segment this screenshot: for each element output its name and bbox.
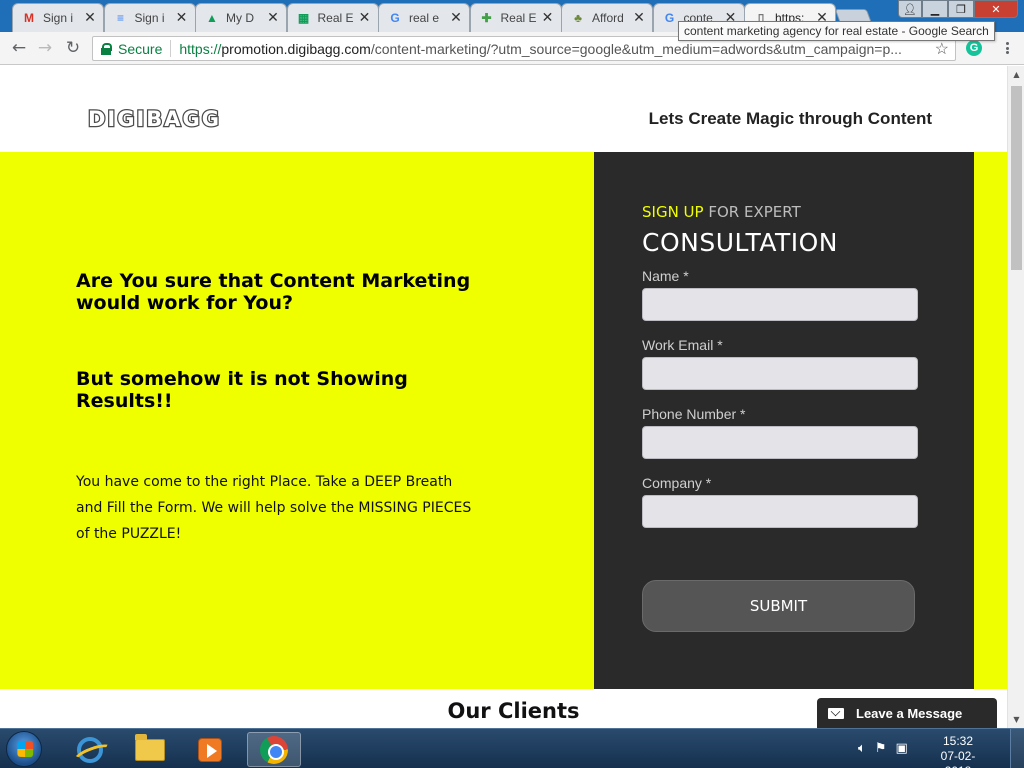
back-button[interactable]: ←	[8, 37, 30, 59]
phone-number-input[interactable]	[642, 426, 918, 459]
chrome-menu-icon[interactable]	[1000, 40, 1014, 56]
signup-form-panel: SIGN UP FOR EXPERT CONSULTATION Name * W…	[594, 152, 974, 689]
form-eyebrow-highlight: SIGN UP	[642, 203, 704, 221]
windows-taskbar: 🔈︎ ⚑ ▣ 15:32 07-02-2018	[0, 728, 1024, 768]
form-title: CONSULTATION	[642, 228, 839, 257]
reload-button[interactable]: ↻	[62, 37, 84, 59]
chrome-icon	[260, 735, 288, 764]
submit-button[interactable]: SUBMIT	[642, 580, 915, 632]
taskbar-chrome[interactable]	[247, 732, 301, 767]
google-icon: G	[664, 11, 675, 25]
browser-tab-title: Sign i	[43, 11, 74, 25]
browser-tab[interactable]: Greal e ✕	[378, 3, 470, 32]
reload-icon: ↻	[65, 38, 81, 58]
browser-tab[interactable]: ♣ Afford ✕	[561, 3, 653, 32]
header-tagline: Lets Create Magic through Content	[648, 109, 932, 128]
tab-tooltip: content marketing agency for real estate…	[678, 21, 995, 41]
clock-time: 15:32	[942, 734, 974, 748]
name-input[interactable]	[642, 288, 918, 321]
browser-tab-title: My D	[226, 11, 254, 25]
browser-tab[interactable]: ▲ My D ✕	[195, 3, 287, 32]
volume-icon[interactable]: 🔈︎	[858, 741, 866, 756]
forward-arrow-icon: →	[37, 38, 53, 58]
browser-tab[interactable]: M Sign i ✕	[12, 3, 104, 32]
puzzle-icon: ✚	[481, 11, 492, 25]
tab-close-icon[interactable]: ✕	[266, 10, 280, 26]
restore-button[interactable]: ❐	[948, 0, 974, 18]
hero-section: Are You sure that Content Marketing woul…	[0, 152, 1007, 689]
browser-tab-title: real e	[409, 11, 440, 25]
leave-message-label: Leave a Message	[856, 705, 963, 721]
company-label: Company *	[642, 475, 712, 491]
show-desktop-button[interactable]	[1010, 729, 1024, 768]
tab-close-icon[interactable]: ✕	[358, 10, 372, 26]
back-arrow-icon: ←	[11, 38, 27, 58]
grammarly-extension-icon[interactable]: G	[966, 40, 982, 56]
site-header: DIGIBAGG Lets Create Magic through Conte…	[0, 66, 1007, 152]
digibagg-logo[interactable]: DIGIBAGG	[87, 106, 221, 133]
address-separator	[170, 40, 172, 57]
media-player-icon	[198, 737, 222, 762]
forward-button[interactable]: →	[34, 37, 56, 59]
scroll-down-arrow-icon[interactable]: ▼	[1008, 711, 1024, 728]
phone-number-label: Phone Number *	[642, 406, 746, 422]
url-path: /content-marketing/?utm_source=google&ut…	[370, 40, 902, 57]
taskbar-file-explorer[interactable]	[123, 732, 177, 767]
taskbar-media-player[interactable]	[183, 732, 237, 767]
form-eyebrow: SIGN UP FOR EXPERT	[642, 203, 801, 221]
network-icon[interactable]: ▣	[895, 741, 907, 756]
system-clock[interactable]: 15:32 07-02-2018	[932, 734, 984, 768]
internet-explorer-icon	[77, 736, 103, 763]
profile-button[interactable]: 👤︎	[898, 0, 922, 18]
hero-heading-results: But somehow it is not Showing Results!!	[76, 368, 408, 412]
window-controls: 👤︎ ▁ ❐ ✕	[898, 0, 1018, 18]
work-email-input[interactable]	[642, 357, 918, 390]
action-center-flag-icon[interactable]: ⚑	[875, 741, 887, 756]
secure-label: Secure	[118, 40, 163, 57]
url-host: promotion.digibagg.com	[221, 40, 371, 57]
page-scrollbar[interactable]: ▲ ▼	[1007, 66, 1024, 728]
form-eyebrow-rest: FOR EXPERT	[703, 203, 801, 221]
browser-tab[interactable]: ✚ Real E ✕	[469, 3, 562, 32]
hero-heading-question: Are You sure that Content Marketing woul…	[76, 270, 471, 314]
taskbar-internet-explorer[interactable]	[63, 732, 117, 767]
bookmark-star-icon[interactable]: ☆	[935, 39, 949, 59]
work-email-label: Work Email *	[642, 337, 723, 353]
browser-tab[interactable]: ▦ Real E ✕	[286, 3, 379, 32]
sheets-icon: ▦	[297, 11, 310, 25]
google-icon: G	[390, 11, 400, 25]
tab-close-icon[interactable]: ✕	[449, 10, 463, 26]
browser-tab[interactable]: ≡ Sign i ✕	[103, 3, 196, 32]
gmail-icon: M	[24, 11, 34, 25]
tab-close-icon[interactable]: ✕	[83, 10, 97, 26]
minimize-button[interactable]: ▁	[922, 0, 948, 18]
clock-date: 07-02-2018	[940, 749, 976, 768]
close-window-button[interactable]: ✕	[974, 0, 1018, 18]
browser-tab-title: Sign i	[134, 11, 165, 25]
leave-message-widget[interactable]: Leave a Message	[817, 698, 997, 728]
company-input[interactable]	[642, 495, 918, 528]
drive-icon: ▲	[206, 11, 218, 25]
tab-close-icon[interactable]: ✕	[175, 10, 189, 26]
browser-tab-title: Real E	[317, 11, 354, 25]
page-viewport: DIGIBAGG Lets Create Magic through Conte…	[0, 66, 1007, 728]
envelope-icon	[828, 707, 844, 719]
system-tray: 🔈︎ ⚑ ▣	[858, 741, 908, 756]
browser-tab-title: Real E	[500, 11, 537, 25]
url-scheme: https://	[179, 40, 222, 57]
tab-close-icon[interactable]: ✕	[632, 10, 646, 26]
url-text: https://promotion.digibagg.com/content-m…	[179, 41, 934, 57]
folder-icon	[135, 733, 165, 761]
scroll-up-arrow-icon[interactable]: ▲	[1008, 66, 1024, 83]
browser-tab-title: Afford	[592, 11, 624, 25]
start-button[interactable]	[6, 731, 42, 767]
tree-icon: ♣	[574, 11, 582, 25]
tab-close-icon[interactable]: ✕	[541, 10, 555, 26]
hero-paragraph: You have come to the right Place. Take a…	[76, 474, 472, 542]
lock-icon	[101, 42, 112, 55]
scrollbar-thumb[interactable]	[1011, 86, 1022, 270]
name-label: Name *	[642, 268, 689, 284]
docs-icon: ≡	[116, 11, 124, 25]
